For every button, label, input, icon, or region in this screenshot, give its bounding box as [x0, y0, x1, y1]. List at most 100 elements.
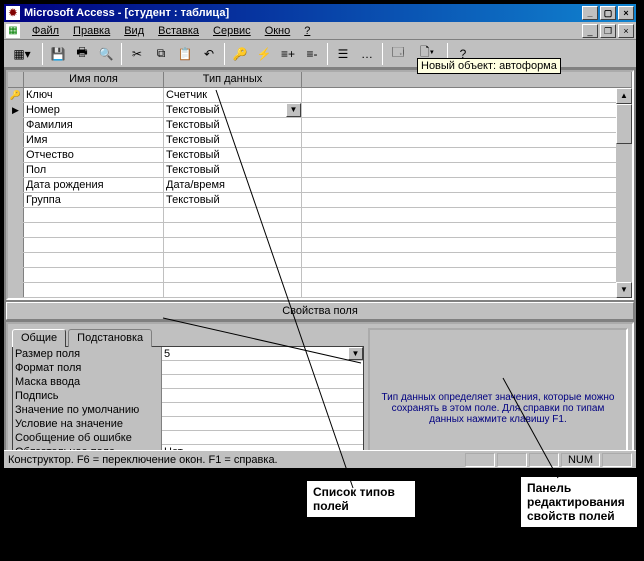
minimize-button[interactable]: _: [582, 6, 598, 20]
table-row[interactable]: [8, 223, 632, 238]
table-row[interactable]: [8, 268, 632, 283]
col-header-desc[interactable]: [302, 72, 632, 87]
indexes-button[interactable]: ⚡: [253, 43, 275, 65]
build-button[interactable]: …: [356, 43, 378, 65]
cell-field-name[interactable]: [24, 238, 164, 252]
table-row[interactable]: ФамилияТекстовый: [8, 118, 632, 133]
prop-value[interactable]: [162, 389, 363, 403]
type-dropdown-button[interactable]: ▼: [286, 103, 301, 117]
cell-data-type[interactable]: [164, 223, 302, 237]
cell-field-name[interactable]: Ключ: [24, 88, 164, 102]
print-button[interactable]: 🖶: [71, 43, 93, 65]
prop-value[interactable]: [162, 431, 363, 445]
cell-field-name[interactable]: [24, 253, 164, 267]
cell-field-name[interactable]: [24, 268, 164, 282]
menu-window[interactable]: Окно: [259, 24, 297, 38]
cell-data-type[interactable]: [164, 253, 302, 267]
grid-corner[interactable]: [8, 72, 24, 87]
cell-data-type[interactable]: Текстовый: [164, 163, 302, 177]
row-selector[interactable]: [8, 238, 24, 252]
cell-description[interactable]: [302, 283, 632, 297]
preview-button[interactable]: 🔍: [95, 43, 117, 65]
database-window-button[interactable]: 🗔: [387, 43, 409, 65]
mdi-close-button[interactable]: ×: [618, 24, 634, 38]
cell-data-type[interactable]: [164, 283, 302, 297]
cell-field-name[interactable]: Группа: [24, 193, 164, 207]
delete-rows-button[interactable]: ≡-: [301, 43, 323, 65]
cell-data-type[interactable]: Текстовый: [164, 193, 302, 207]
table-row[interactable]: [8, 238, 632, 253]
cell-description[interactable]: [302, 148, 632, 162]
cell-field-name[interactable]: Отчество: [24, 148, 164, 162]
cut-button[interactable]: ✂: [126, 43, 148, 65]
grid-scrollbar[interactable]: ▲ ▼: [616, 88, 632, 298]
cell-data-type[interactable]: Текстовый: [164, 148, 302, 162]
table-row[interactable]: ПолТекстовый: [8, 163, 632, 178]
menu-view[interactable]: Вид: [118, 24, 150, 38]
view-button[interactable]: ▦▾: [6, 43, 38, 65]
row-selector[interactable]: [8, 148, 24, 162]
grid-body[interactable]: 🔑КлючСчетчик▶НомерТекстовый▼ФамилияТекст…: [8, 88, 632, 298]
cell-field-name[interactable]: [24, 283, 164, 297]
prop-value[interactable]: 5▼: [162, 347, 363, 361]
scroll-up-button[interactable]: ▲: [616, 88, 632, 104]
save-button[interactable]: 💾: [47, 43, 69, 65]
cell-data-type[interactable]: Дата/время: [164, 178, 302, 192]
primary-key-button[interactable]: 🔑: [229, 43, 251, 65]
cell-description[interactable]: [302, 268, 632, 282]
table-row[interactable]: ОтчествоТекстовый: [8, 148, 632, 163]
cell-description[interactable]: [302, 223, 632, 237]
cell-description[interactable]: [302, 193, 632, 207]
cell-field-name[interactable]: Дата рождения: [24, 178, 164, 192]
cell-data-type[interactable]: Текстовый: [164, 133, 302, 147]
table-row[interactable]: [8, 208, 632, 223]
paste-button[interactable]: 📋: [174, 43, 196, 65]
cell-description[interactable]: [302, 103, 632, 117]
row-selector[interactable]: [8, 268, 24, 282]
table-row[interactable]: 🔑КлючСчетчик: [8, 88, 632, 103]
cell-data-type[interactable]: [164, 268, 302, 282]
maximize-button[interactable]: ▢: [600, 6, 616, 20]
prop-value[interactable]: [162, 375, 363, 389]
cell-description[interactable]: [302, 133, 632, 147]
properties-button[interactable]: ☰: [332, 43, 354, 65]
cell-field-name[interactable]: Пол: [24, 163, 164, 177]
row-selector[interactable]: ▶: [8, 103, 24, 117]
row-selector[interactable]: [8, 118, 24, 132]
scroll-down-button[interactable]: ▼: [616, 282, 632, 298]
cell-field-name[interactable]: Номер: [24, 103, 164, 117]
row-selector[interactable]: [8, 223, 24, 237]
scroll-thumb[interactable]: [616, 104, 632, 144]
row-selector[interactable]: 🔑: [8, 88, 24, 102]
prop-dropdown-button[interactable]: ▼: [348, 347, 363, 360]
copy-button[interactable]: ⧉: [150, 43, 172, 65]
row-selector[interactable]: [8, 208, 24, 222]
cell-field-name[interactable]: Имя: [24, 133, 164, 147]
menu-edit[interactable]: Правка: [67, 24, 116, 38]
menu-insert[interactable]: Вставка: [152, 24, 205, 38]
cell-description[interactable]: [302, 208, 632, 222]
row-selector[interactable]: [8, 193, 24, 207]
prop-value[interactable]: Нет: [162, 445, 363, 450]
row-selector[interactable]: [8, 253, 24, 267]
row-selector[interactable]: [8, 133, 24, 147]
tab-lookup[interactable]: Подстановка: [68, 329, 152, 347]
cell-data-type[interactable]: Текстовый▼: [164, 103, 302, 117]
menu-help[interactable]: ?: [298, 24, 316, 38]
cell-description[interactable]: [302, 88, 632, 102]
prop-value[interactable]: [162, 403, 363, 417]
cell-field-name[interactable]: [24, 223, 164, 237]
cell-description[interactable]: [302, 163, 632, 177]
mdi-minimize-button[interactable]: _: [582, 24, 598, 38]
row-selector[interactable]: [8, 283, 24, 297]
row-selector[interactable]: [8, 178, 24, 192]
table-row[interactable]: [8, 253, 632, 268]
cell-field-name[interactable]: Фамилия: [24, 118, 164, 132]
cell-description[interactable]: [302, 238, 632, 252]
close-button[interactable]: ×: [618, 6, 634, 20]
undo-button[interactable]: ↶: [198, 43, 220, 65]
prop-value[interactable]: [162, 361, 363, 375]
table-row[interactable]: ИмяТекстовый: [8, 133, 632, 148]
menu-file[interactable]: Файл: [26, 24, 65, 38]
row-selector[interactable]: [8, 163, 24, 177]
